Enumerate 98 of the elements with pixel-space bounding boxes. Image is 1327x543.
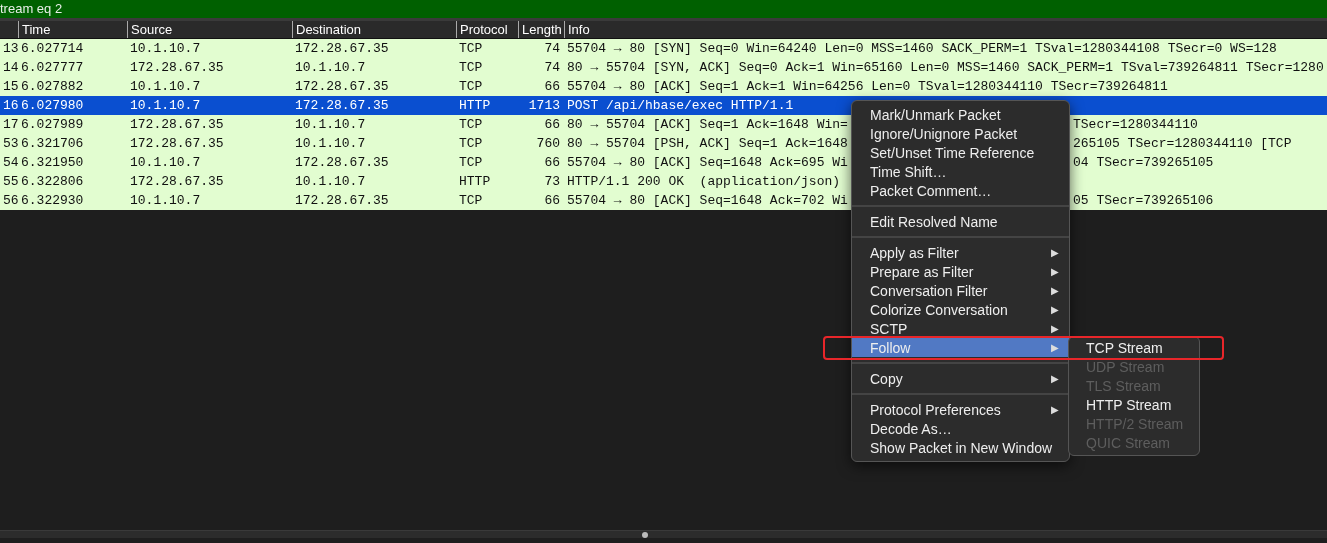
column-heading[interactable]: Protocol	[456, 21, 518, 38]
menu-item[interactable]: Show Packet in New Window	[852, 438, 1069, 457]
menu-item[interactable]: HTTP Stream	[1069, 396, 1199, 415]
table-cell-text: TCP	[458, 116, 484, 134]
table-cell-text: 10.1.10.7	[294, 59, 367, 77]
table-cell-text: TCP	[458, 78, 484, 96]
menu-item[interactable]: Conversation Filter ▶	[852, 281, 1069, 300]
table-cell-text: 172.28.67.35	[294, 78, 390, 96]
table-cell-text: 55	[2, 173, 18, 191]
table-cell-text: TCP	[458, 154, 484, 172]
submenu-arrow: ▶	[1051, 304, 1059, 315]
table-cell-text: 6.027882	[20, 78, 85, 96]
table-cell-text: 172.28.67.35	[129, 135, 225, 153]
table-cell-text: HTTP	[458, 173, 492, 191]
table-cell-text: 55704 → 80 [ACK] Seq=1648 Ack=702 Wi	[566, 192, 848, 210]
table-cell-text: 13	[2, 40, 18, 58]
submenu-arrow: ▶	[1051, 373, 1059, 384]
submenu-arrow: ▶	[1051, 266, 1059, 277]
table-cell-text: 04 TSecr=739265105	[1072, 154, 1214, 172]
table-cell-text: 172.28.67.35	[294, 97, 390, 115]
table-cell-text: 6.027980	[20, 97, 85, 115]
menu-item[interactable]: Copy ▶	[852, 369, 1069, 388]
table-cell-text: TCP	[458, 40, 484, 58]
table-cell-text: 10.1.10.7	[129, 40, 202, 58]
table-cell-text: 17	[2, 116, 18, 134]
table-cell-text: 172.28.67.35	[129, 116, 225, 134]
table-cell-text: 66	[543, 154, 561, 172]
menu-item[interactable]: Protocol Preferences ▶	[852, 400, 1069, 419]
table-cell-text: HTTP/1.1 200 OK (application/json)	[566, 173, 841, 191]
table-cell-text: TCP	[458, 59, 484, 77]
table-cell-text: 172.28.67.35	[129, 59, 225, 77]
menu-item[interactable]: Follow ▶	[852, 338, 1069, 357]
table-cell-text: 80 → 55704 [SYN, ACK] Seq=0 Ack=1 Win=65160 Len=0 MSS=1460 SACK_PERM=1 TSval=739264811 TSecr=1280	[566, 59, 1324, 77]
submenu-arrow: ▶	[1051, 247, 1059, 258]
packet-row[interactable]: 15 6.027882 10.1.10.7 172.28.67.35 TCP 66 55704 → 80 [ACK] Seq=1 Ack=1 Win=64256 Len=0 TSval=1280344110 TSecr=739264811	[0, 77, 1327, 96]
table-cell-text: 6.322806	[20, 173, 85, 191]
table-cell-text: 15	[2, 78, 18, 96]
table-cell-text: 55704 → 80 [SYN] Seq=0 Win=64240 Len=0 MSS=1460 SACK_PERM=1 TSval=1280344108 TSecr=0 WS=128	[566, 40, 1277, 58]
submenu-arrow: ▶	[1051, 285, 1059, 296]
table-cell-text: 74	[543, 59, 561, 77]
table-cell-text: 73	[543, 173, 561, 191]
column-heading[interactable]: Source	[127, 21, 292, 38]
submenu-arrow: ▶	[1051, 404, 1059, 415]
table-cell-text: 74	[543, 40, 561, 58]
table-cell-text: 10.1.10.7	[129, 97, 202, 115]
table-cell-text: 10.1.10.7	[294, 116, 367, 134]
table-cell-text: 6.322930	[20, 192, 85, 210]
column-heading[interactable]: Info	[564, 21, 1327, 38]
table-cell-text: 265105 TSecr=1280344110 [TCP	[1072, 135, 1292, 153]
menu-item[interactable]: Prepare as Filter ▶	[852, 262, 1069, 281]
table-cell-text: POST /api/hbase/exec HTTP/1.1	[566, 97, 794, 115]
menu-item[interactable]: Colorize Conversation ▶	[852, 300, 1069, 319]
table-cell-text: 172.28.67.35	[294, 192, 390, 210]
splitter-handle[interactable]	[641, 531, 648, 538]
column-heading[interactable]: Length	[518, 21, 564, 38]
table-cell-text: 53	[2, 135, 18, 153]
table-cell-text: TSecr=1280344110	[1072, 116, 1198, 134]
table-cell-text: 6.321950	[20, 154, 85, 172]
table-cell-text: 1713	[527, 97, 561, 115]
submenu-arrow: ▶	[1051, 342, 1059, 353]
table-cell-text: 6.027714	[20, 40, 85, 58]
menu-item[interactable]: Edit Resolved Name	[852, 212, 1069, 231]
table-cell-text: 10.1.10.7	[294, 173, 367, 191]
table-cell-text: 56	[2, 192, 18, 210]
table-cell-text: 6.027989	[20, 116, 85, 134]
column-heading[interactable]: Destination	[292, 21, 456, 38]
table-cell-text: 6.321706	[20, 135, 85, 153]
table-cell-text: 54	[2, 154, 18, 172]
table-cell-text: 66	[543, 116, 561, 134]
table-cell-text: 10.1.10.7	[294, 135, 367, 153]
table-cell-text: 14	[2, 59, 18, 77]
menu-item[interactable]: Apply as Filter ▶	[852, 243, 1069, 262]
table-cell-text: 66	[543, 192, 561, 210]
table-cell-text: HTTP	[458, 97, 492, 115]
table-cell-text: 172.28.67.35	[294, 40, 390, 58]
table-cell-text: 66	[543, 78, 561, 96]
table-cell-text: 05 TSecr=739265106	[1072, 192, 1214, 210]
table-cell-text: 10.1.10.7	[129, 154, 202, 172]
table-cell-text: 80 → 55704 [PSH, ACK] Seq=1 Ack=1648	[566, 135, 848, 153]
table-cell-text: 10.1.10.7	[129, 192, 202, 210]
table-cell-text: 55704 → 80 [ACK] Seq=1648 Ack=695 Wi	[566, 154, 848, 172]
packet-row[interactable]: 14 6.027777 172.28.67.35 10.1.10.7 TCP 74 80 → 55704 [SYN, ACK] Seq=0 Ack=1 Win=65160 Len=0 MSS=1460 SACK_PERM=1 TSval=739264811 TSecr=1280	[0, 58, 1327, 77]
table-cell-text: 760	[535, 135, 561, 153]
table-cell-text: 55704 → 80 [ACK] Seq=1 Ack=1 Win=64256 Len=0 TSval=1280344110 TSecr=739264811	[566, 78, 1168, 96]
submenu-arrow: ▶	[1051, 323, 1059, 334]
table-cell-text: 172.28.67.35	[294, 154, 390, 172]
table-cell-text: 80 → 55704 [ACK] Seq=1 Ack=1648 Win=	[566, 116, 848, 134]
column-heading[interactable]: Time	[18, 21, 127, 38]
menu-item[interactable]: SCTP ▶	[852, 319, 1069, 338]
packet-row[interactable]: 13 6.027714 10.1.10.7 172.28.67.35 TCP 74 55704 → 80 [SYN] Seq=0 Win=64240 Len=0 MSS=1460 SACK_PERM=1 TSval=1280344108 TSecr=0 WS=128	[0, 39, 1327, 58]
table-cell-text: TCP	[458, 192, 484, 210]
table-cell-text: 10.1.10.7	[129, 78, 202, 96]
table-cell-text: 6.027777	[20, 59, 85, 77]
table-cell-text: TCP	[458, 135, 484, 153]
table-cell-text: 16	[2, 97, 18, 115]
table-cell-text: 172.28.67.35	[129, 173, 225, 191]
menu-item[interactable]: Decode As…	[852, 419, 1069, 438]
display-filter-field[interactable]: tream eq 2	[0, 0, 1327, 21]
